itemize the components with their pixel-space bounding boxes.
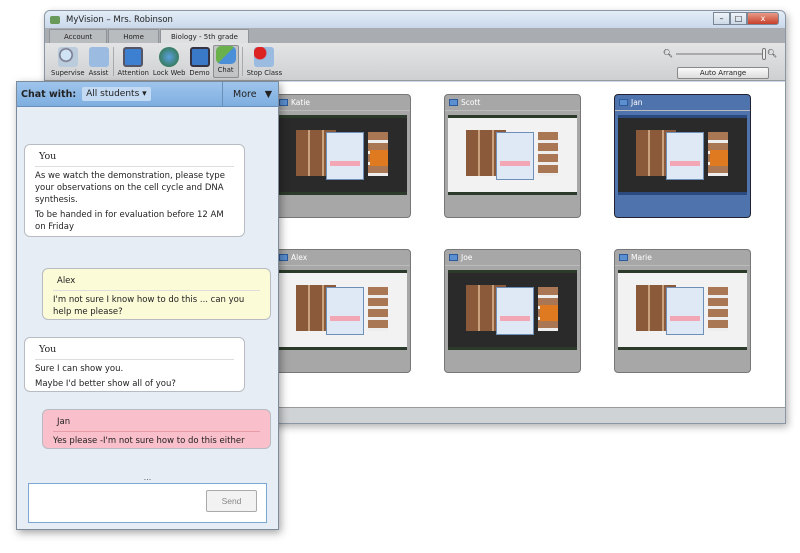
minimize-button[interactable]: – [713, 12, 730, 25]
monitor-icon [619, 254, 628, 261]
attention-button[interactable]: Attention [116, 43, 151, 80]
chat-button[interactable]: Chat [212, 45, 239, 78]
hand-cursor-icon [88, 47, 109, 67]
stop-icon [254, 47, 275, 67]
message-sender: Alex [53, 273, 260, 291]
student-thumbnail-marie[interactable]: Marie [614, 249, 751, 373]
recipient-dropdown[interactable]: All students ▾ [82, 87, 151, 101]
monitor-icon [279, 99, 288, 106]
chat-message: You Sure I can show you. Maybe I'd bette… [24, 337, 245, 392]
message-sender: Jan [53, 414, 260, 432]
chat-bubbles-icon [215, 46, 236, 64]
lock-web-button[interactable]: Lock Web [151, 43, 187, 80]
maximize-button[interactable]: □ [730, 12, 747, 25]
supervise-button[interactable]: Supervise [49, 43, 87, 80]
monitor-alert-icon [123, 47, 144, 67]
tab-home[interactable]: Home [108, 29, 159, 43]
resize-handle[interactable]: ... [17, 473, 278, 482]
send-button[interactable]: Send [206, 490, 257, 512]
student-thumbnail-katie[interactable]: Katie [274, 94, 411, 218]
student-thumbnail-jan[interactable]: Jan [614, 94, 751, 218]
tab-account[interactable]: Account [49, 29, 108, 43]
zoom-in-icon[interactable]: 🔍︎ [767, 49, 777, 58]
message-sender: You [35, 342, 234, 360]
chat-with-label: Chat with: [21, 88, 77, 100]
zoom-slider[interactable] [675, 47, 766, 60]
zoom-control: 🔍︎ 🔍︎ [663, 47, 777, 60]
monitor-icon [279, 254, 288, 261]
window-title: MyVision – Mrs. Robinson [66, 14, 173, 25]
student-thumbnail-scott[interactable]: Scott [444, 94, 581, 218]
zoom-out-icon[interactable]: 🔍︎ [663, 49, 673, 58]
more-menu-button[interactable]: More ▼ [222, 82, 278, 107]
assist-button[interactable]: Assist [87, 43, 111, 80]
close-button[interactable]: x [747, 12, 779, 25]
student-thumbnail-joe[interactable]: Joe [444, 249, 581, 373]
monitor-icon [449, 254, 458, 261]
chat-message: Alex I'm not sure I know how to do this … [42, 268, 271, 320]
tab-biology[interactable]: Biology - 5th grade [159, 29, 249, 43]
chat-message: Jan Yes please -I'm not sure how to do t… [42, 409, 271, 449]
magnifier-icon [57, 47, 78, 67]
monitor-icon [449, 99, 458, 106]
student-thumbnail-alex[interactable]: Alex [274, 249, 411, 373]
demo-screens-icon [189, 47, 210, 67]
demo-button[interactable]: Demo [187, 43, 211, 80]
chat-panel: Chat with: All students ▾ More ▼ You As w… [16, 81, 279, 530]
globe-lock-icon [159, 47, 180, 67]
stop-class-button[interactable]: Stop Class [245, 43, 285, 80]
auto-arrange-button[interactable]: Auto Arrange [677, 67, 769, 79]
app-icon [50, 15, 60, 24]
chat-message: You As we watch the demonstration, pleas… [24, 144, 245, 237]
message-sender: You [35, 149, 234, 167]
title-bar: MyVision – Mrs. Robinson – □ x [45, 11, 785, 28]
monitor-icon [619, 99, 628, 106]
chevron-down-icon: ▼ [264, 89, 272, 100]
